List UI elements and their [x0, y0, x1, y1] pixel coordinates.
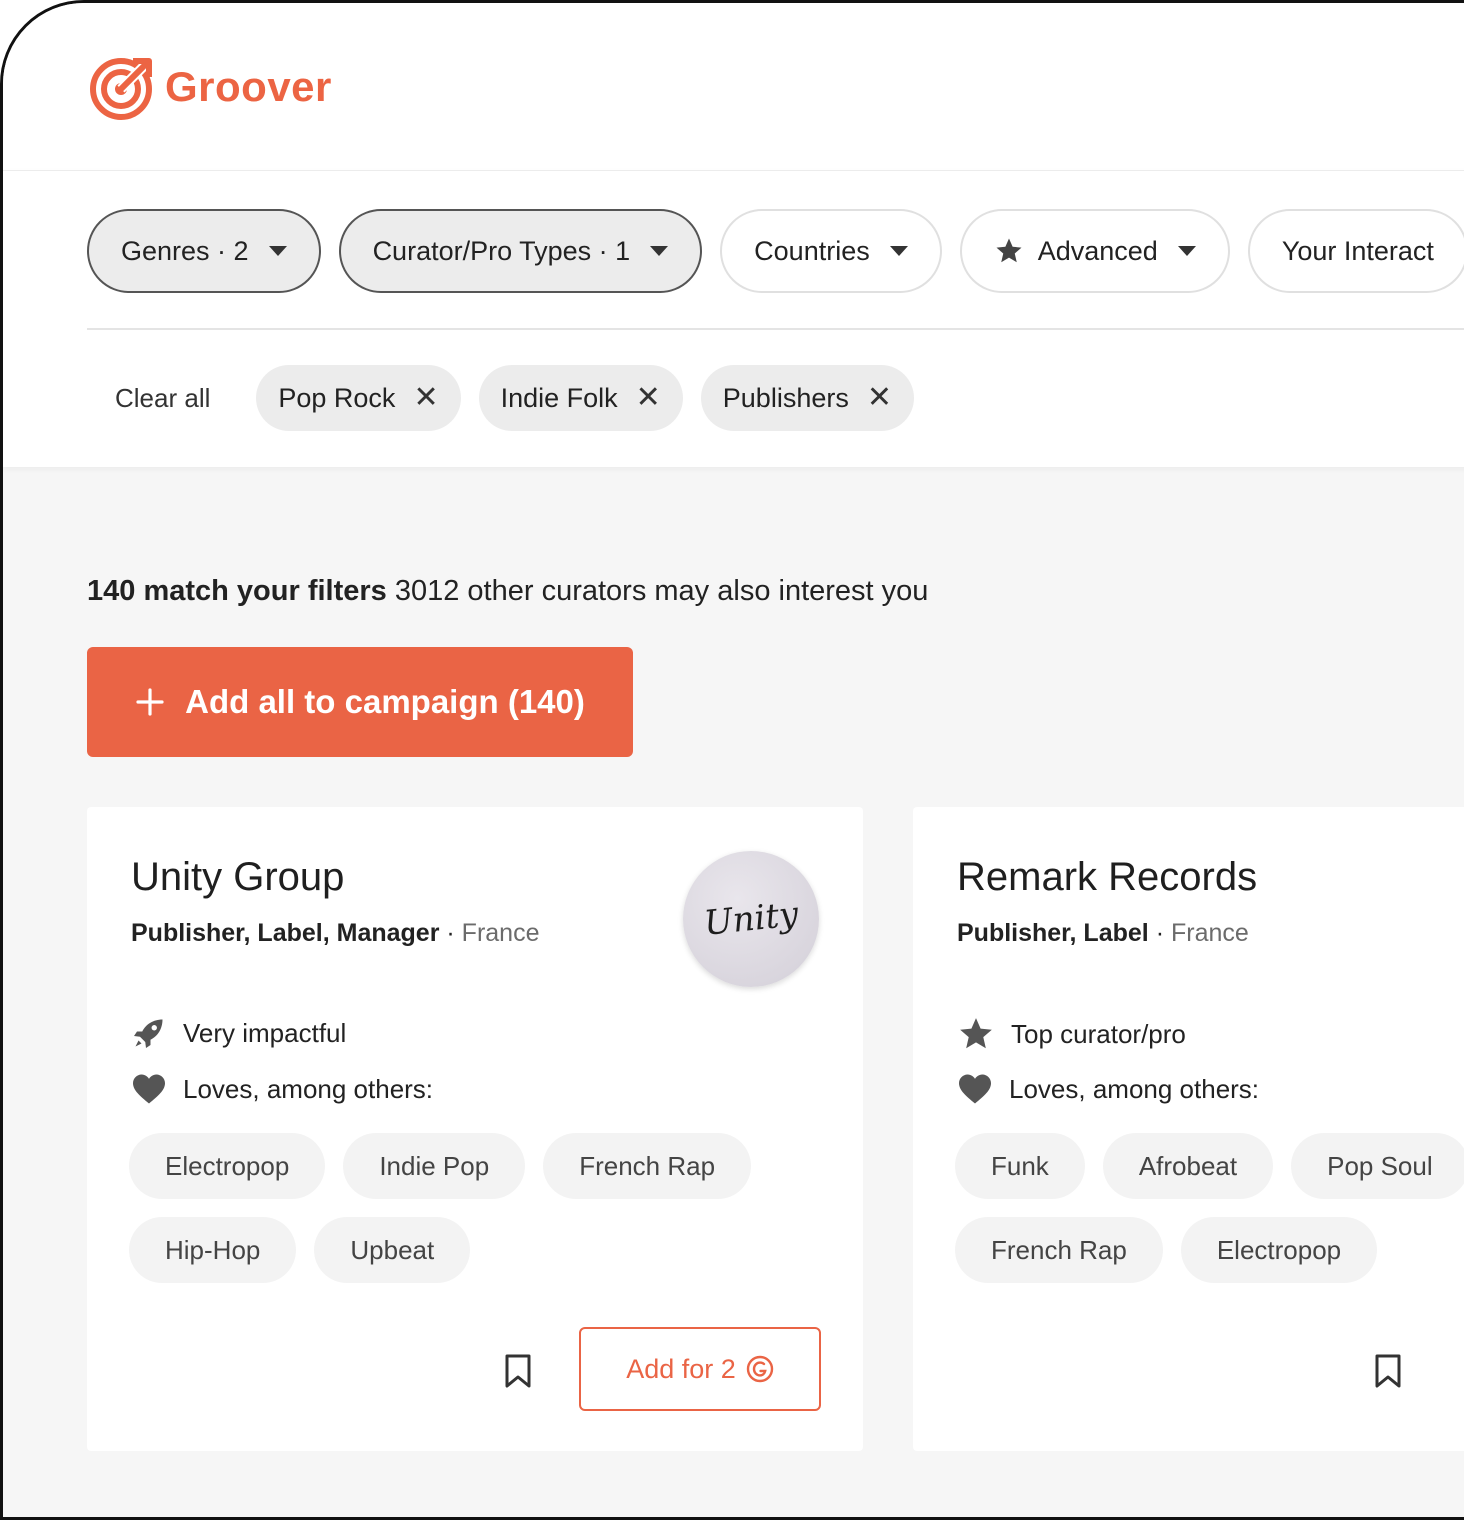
groover-logo[interactable]: Groover	[87, 51, 332, 123]
brand-name: Groover	[165, 63, 332, 110]
other-count: 3012 other curators may also interest yo…	[394, 575, 929, 607]
filter-genres[interactable]: Genres · 2	[87, 209, 321, 293]
filter-your-interactions[interactable]: Your Interact	[1247, 209, 1464, 293]
add-all-to-campaign-button[interactable]: Add all to campaign (140)	[87, 647, 633, 757]
groover-logo-icon	[90, 58, 152, 120]
separator-dot: ·	[1155, 919, 1171, 947]
plus-icon	[136, 688, 164, 716]
curator-name[interactable]: Remark Records	[957, 855, 1257, 900]
feature-text: Loves, among others:	[1009, 1073, 1260, 1104]
chip-label: Publishers	[722, 382, 849, 413]
caret-down-icon	[889, 246, 908, 256]
app-window: Groover Genres · 2 Curator/Pro Types · 1…	[0, 0, 1464, 1520]
filter-advanced[interactable]: Advanced	[959, 209, 1230, 293]
add-all-label: Add all to campaign (140)	[185, 683, 585, 720]
feature-text: Top curator/pro	[1011, 1018, 1186, 1049]
heart-icon	[959, 1074, 991, 1104]
curator-roles: Publisher, Label	[957, 919, 1149, 947]
genre-tag: Pop Soul	[1291, 1133, 1464, 1199]
feature-impact: Very impactful	[131, 1015, 346, 1051]
curator-meta: Publisher, Label · France	[957, 919, 1249, 948]
chip-label: Pop Rock	[278, 382, 396, 413]
filter-bar: Genres · 2 Curator/Pro Types · 1 Countri…	[87, 209, 1464, 293]
chip-pop-rock: Pop Rock ✕	[256, 365, 461, 431]
avatar-logo-text: Unity	[702, 894, 800, 944]
genre-tag: French Rap	[955, 1217, 1163, 1283]
genre-tag: Hip-Hop	[129, 1217, 297, 1283]
curator-country: France	[1170, 919, 1249, 947]
filter-label: Curator/Pro Types · 1	[372, 235, 631, 266]
genre-tags: Electropop Indie Pop French Rap Hip-Hop …	[129, 1133, 849, 1283]
active-filter-chips: Clear all Pop Rock ✕ Indie Folk ✕ Publis…	[87, 365, 914, 431]
grooviz-coin-icon	[746, 1355, 773, 1383]
genre-tag: Electropop	[1180, 1217, 1378, 1283]
chip-publishers: Publishers ✕	[700, 365, 914, 431]
bookmark-icon[interactable]	[1373, 1353, 1403, 1389]
clear-all-link[interactable]: Clear all	[87, 383, 238, 414]
star-icon	[960, 1018, 992, 1049]
filters-panel: Genres · 2 Curator/Pro Types · 1 Countri…	[3, 171, 1464, 467]
genre-tag: French Rap	[543, 1133, 752, 1199]
curator-card-remark-records: Remark Records Publisher, Label · France…	[913, 807, 1464, 1451]
heart-icon	[133, 1074, 165, 1104]
chip-label: Indie Folk	[500, 382, 618, 413]
caret-down-icon	[268, 246, 287, 256]
feature-top-curator: Top curator/pro	[957, 1015, 1186, 1053]
genre-tags: Funk Afrobeat Pop Soul French Rap Electr…	[955, 1133, 1464, 1283]
add-for-label: Add for 2	[626, 1353, 736, 1384]
genre-tag: Funk	[955, 1133, 1085, 1199]
bookmark-icon[interactable]	[503, 1353, 533, 1389]
add-to-campaign-button[interactable]: Add for 2	[579, 1327, 821, 1411]
separator-dot: ·	[446, 919, 462, 947]
feature-loves: Loves, among others:	[131, 1073, 433, 1105]
close-icon[interactable]: ✕	[867, 383, 892, 413]
caret-down-icon	[650, 246, 669, 256]
top-header: Groover	[3, 3, 1464, 171]
curator-roles: Publisher, Label, Manager	[131, 919, 440, 947]
avatar[interactable]: Unity	[683, 851, 819, 987]
curator-name[interactable]: Unity Group	[131, 855, 344, 900]
genre-tag: Afrobeat	[1102, 1133, 1274, 1199]
feature-loves: Loves, among others:	[957, 1073, 1259, 1105]
filter-label: Your Interact	[1281, 235, 1434, 266]
filters-divider	[87, 328, 1464, 330]
curator-meta: Publisher, Label, Manager · France	[131, 919, 539, 948]
filter-label: Genres · 2	[121, 235, 249, 266]
match-count: 140 match your filters	[87, 575, 387, 607]
genre-tag: Indie Pop	[343, 1133, 526, 1199]
results-summary: 140 match your filters 3012 other curato…	[87, 575, 928, 608]
chip-indie-folk: Indie Folk ✕	[478, 365, 683, 431]
close-icon[interactable]: ✕	[413, 383, 438, 413]
feature-text: Loves, among others:	[183, 1073, 434, 1104]
star-icon	[996, 238, 1022, 263]
genre-tag: Upbeat	[314, 1217, 471, 1283]
curator-country: France	[461, 919, 540, 947]
feature-text: Very impactful	[183, 1017, 347, 1048]
caret-down-icon	[1177, 246, 1196, 256]
close-icon[interactable]: ✕	[636, 383, 661, 413]
filter-curator-types[interactable]: Curator/Pro Types · 1	[338, 209, 703, 293]
filter-countries[interactable]: Countries	[720, 209, 942, 293]
curator-card-unity-group: Unity Group Publisher, Label, Manager · …	[87, 807, 863, 1451]
filter-label: Countries	[754, 235, 870, 266]
genre-tag: Electropop	[129, 1133, 326, 1199]
filter-label: Advanced	[1037, 235, 1158, 266]
rocket-icon	[134, 1019, 163, 1048]
